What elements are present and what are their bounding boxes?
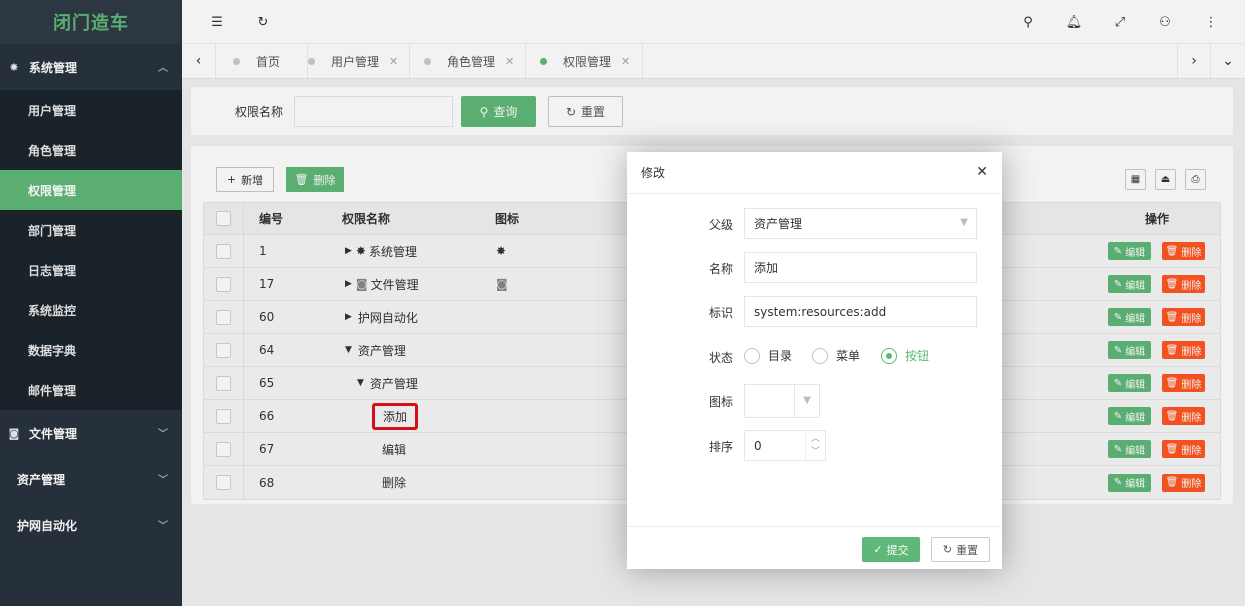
submit-button[interactable]: ✓ 提交 [862,537,920,562]
chevron-down-icon: ▼ [803,395,811,406]
radio-circle [881,347,897,364]
refresh-icon: ↻ [942,543,953,556]
status-radio-directory[interactable]: 目录 [744,347,792,364]
perm-label: 标识 [708,306,733,320]
status-label: 状态 [708,351,733,365]
chevron-up-icon[interactable]: ︿ [811,431,820,444]
sort-value: 0 [754,438,762,453]
sort-label: 排序 [708,440,733,454]
name-label: 名称 [708,262,733,276]
name-input[interactable]: 添加 [744,252,977,283]
parent-label: 父级 [708,218,733,232]
permission-key-input[interactable]: system:resources:add [744,296,977,327]
close-icon[interactable]: ✕ [976,164,988,180]
radio-circle [744,347,760,364]
icon-picker[interactable]: ▼ [744,384,820,418]
icon-picker-divider [794,385,795,417]
icon-label: 图标 [708,395,733,409]
dialog-title: 修改 [627,152,1002,194]
radio-circle [812,347,828,364]
parent-select[interactable]: 资产管理 ▼ [744,208,977,239]
check-icon: ✓ [873,543,883,556]
modal-overlay [0,0,1245,606]
radio-label: 按钮 [905,349,930,363]
parent-value: 资产管理 [754,217,803,231]
reset-label: 重置 [956,543,979,557]
chevron-down-icon[interactable]: ﹀ [811,444,820,457]
sort-input[interactable]: 0 ︿ ﹀ [744,430,826,461]
radio-label: 菜单 [836,349,861,363]
chevron-down-icon: ▼ [960,217,968,228]
status-radio-button[interactable]: 按钮 [881,347,929,364]
dialog-reset-button[interactable]: ↻ 重置 [931,537,990,562]
radio-label: 目录 [768,349,793,363]
status-radio-menu[interactable]: 菜单 [812,347,860,364]
edit-permission-dialog: 修改 ✕ 父级 资产管理 ▼ 名称 添加 标识 system:resources… [627,152,1002,569]
stepper: ︿ ﹀ [805,431,825,460]
submit-label: 提交 [886,543,909,557]
dialog-footer: ✓ 提交 ↻ 重置 [627,526,1002,569]
